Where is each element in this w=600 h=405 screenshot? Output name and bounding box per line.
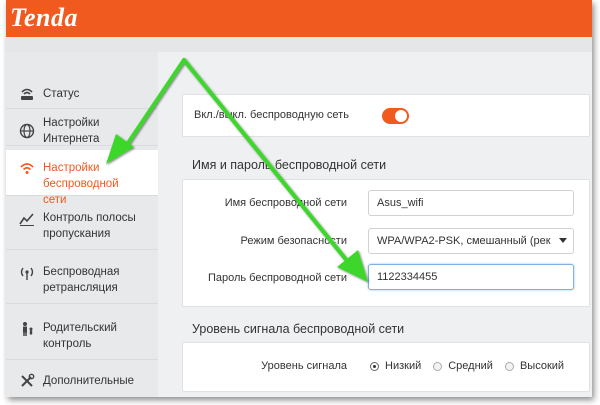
ssid-section-title: Имя и пароль беспроводной сети: [192, 158, 387, 172]
wireless-toggle-switch[interactable]: [382, 108, 409, 124]
security-mode-value: WPA/WPA2-PSK, смешанный (рек: [377, 235, 551, 247]
security-mode-select[interactable]: WPA/WPA2-PSK, смешанный (рек: [368, 228, 574, 254]
sidebar-item-label: Родительский контроль: [43, 322, 117, 350]
sidebar-item-label: Дополнительные: [43, 375, 135, 387]
signal-option-high[interactable]: Высокий: [504, 360, 565, 372]
bandwidth-icon: [18, 210, 36, 228]
sidebar-item-repeater[interactable]: Беспроводная ретрансляция: [6, 256, 158, 304]
wifi-icon: [18, 160, 36, 178]
signal-option-label: Средний: [448, 360, 493, 372]
sidebar-item-label: Беспроводная ретрансляция: [43, 266, 120, 294]
sidebar-item-label: Статус: [43, 87, 80, 100]
ssid-label: Имя беспроводной сети: [224, 197, 347, 209]
radio-button[interactable]: [504, 361, 514, 371]
globe-icon: [18, 122, 36, 140]
signal-option-low[interactable]: Низкий: [370, 360, 421, 372]
sidebar-item-status[interactable]: Статус: [6, 79, 158, 109]
chevron-down-icon: [559, 238, 567, 243]
signal-level-label: Уровень сигнала: [261, 360, 347, 372]
signal-section-title: Уровень сигнала беспроводной сети: [192, 322, 405, 336]
signal-option-medium[interactable]: Средний: [433, 360, 493, 372]
sidebar-item-label: Настройки Интернета: [43, 116, 100, 145]
tenda-logo: Tenda: [10, 3, 78, 32]
tools-icon: [18, 372, 36, 390]
signal-option-label: Высокий: [519, 360, 565, 372]
header-subbar: [6, 37, 592, 52]
wireless-toggle-label: Вкл./выкл. беспроводную сеть: [194, 109, 349, 121]
header-bar: Tenda: [6, 0, 592, 37]
security-mode-label: Режим безопасности: [240, 235, 347, 247]
status-icon: [18, 85, 36, 103]
signal-card: Уровень сигнала Низкий Средний Высокий: [182, 342, 590, 392]
sidebar-item-label: Контроль полосы пропускания: [43, 212, 136, 240]
sidebar-item-advanced[interactable]: Дополнительные: [6, 366, 158, 396]
signal-option-label: Низкий: [385, 360, 422, 372]
signal-level-radio-group: Низкий Средний Высокий: [370, 360, 576, 372]
radio-button[interactable]: [370, 361, 379, 371]
router-admin-window: Tenda Статус Настройки Интернета Настрой…: [6, 0, 592, 397]
sidebar: Статус Настройки Интернета Настройки бес…: [6, 52, 158, 397]
ssid-input[interactable]: [368, 190, 574, 216]
sidebar-item-bandwidth[interactable]: Контроль полосы пропускания: [6, 202, 158, 250]
sidebar-item-label: Настройки беспроводной сети: [43, 162, 119, 206]
sidebar-item-internet[interactable]: Настройки Интернета: [6, 116, 158, 146]
repeater-icon: [18, 264, 36, 282]
main-content: Вкл./выкл. беспроводную сеть Имя и парол…: [164, 52, 592, 397]
ssid-card: Имя беспроводной сети Режим безопасности…: [182, 179, 590, 307]
password-label: Пароль беспроводной сети: [207, 272, 347, 284]
parental-icon: [18, 320, 36, 338]
sidebar-item-parental[interactable]: Родительский контроль: [6, 312, 158, 360]
password-input[interactable]: [368, 264, 574, 290]
radio-button[interactable]: [433, 361, 443, 371]
sidebar-item-wireless[interactable]: Настройки беспроводной сети: [6, 150, 158, 206]
wireless-toggle-card: Вкл./выкл. беспроводную сеть: [182, 94, 590, 137]
